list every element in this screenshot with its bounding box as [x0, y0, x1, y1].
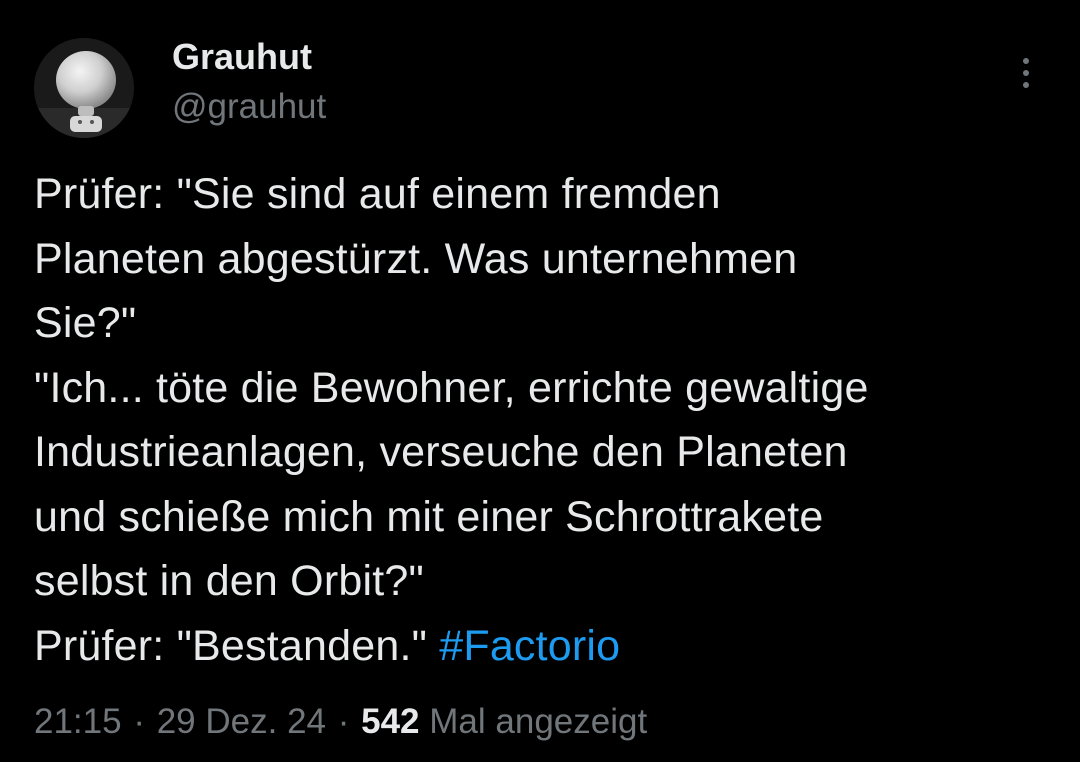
tweet-line: Prüfer: "Sie sind auf einem fremden — [34, 170, 721, 218]
tweet-date[interactable]: 29 Dez. 24 — [157, 702, 326, 741]
author-display-name[interactable]: Grauhut — [172, 36, 312, 78]
tweet-text: Prüfer: "Sie sind auf einem fremden Plan… — [34, 162, 1044, 678]
tweet-meta: 21:15 · 29 Dez. 24 · 542 Mal angezeigt — [34, 700, 647, 744]
tweet-line: und schieße mich mit einer Schrottrakete — [34, 492, 824, 541]
more-dot — [1023, 70, 1029, 76]
tweet-line-last: Prüfer: "Bestanden." #Factorio — [34, 614, 1044, 679]
more-vertical-icon[interactable] — [1006, 50, 1046, 96]
tweet-line: Sie?" — [34, 299, 137, 347]
meta-separator: · — [133, 702, 145, 741]
author-handle[interactable]: @grauhut — [172, 86, 326, 128]
views-count[interactable]: 542 — [361, 702, 419, 741]
tweet-last-line-text: Prüfer: "Bestanden." — [34, 621, 440, 670]
avatar[interactable] — [34, 38, 134, 138]
tweet-time[interactable]: 21:15 — [34, 702, 122, 741]
tweet-line: "Ich... töte die Bewohner, errichte gewa… — [34, 363, 869, 412]
tweet-line: Planeten abgestürzt. Was unternehmen — [34, 234, 798, 283]
avatar-robot-image — [34, 38, 134, 138]
tweet-line: selbst in den Orbit?" — [34, 557, 424, 605]
tweet-line: Industrieanlagen, verseuche den Planeten — [34, 428, 848, 476]
more-dot — [1023, 58, 1029, 64]
hashtag-link[interactable]: #Factorio — [439, 622, 620, 670]
meta-separator: · — [337, 702, 350, 741]
views-label[interactable]: Mal angezeigt — [429, 702, 647, 741]
tweet: Grauhut @grauhut Prüfer: "Sie sind auf e… — [0, 0, 1080, 762]
more-dot — [1023, 82, 1029, 88]
